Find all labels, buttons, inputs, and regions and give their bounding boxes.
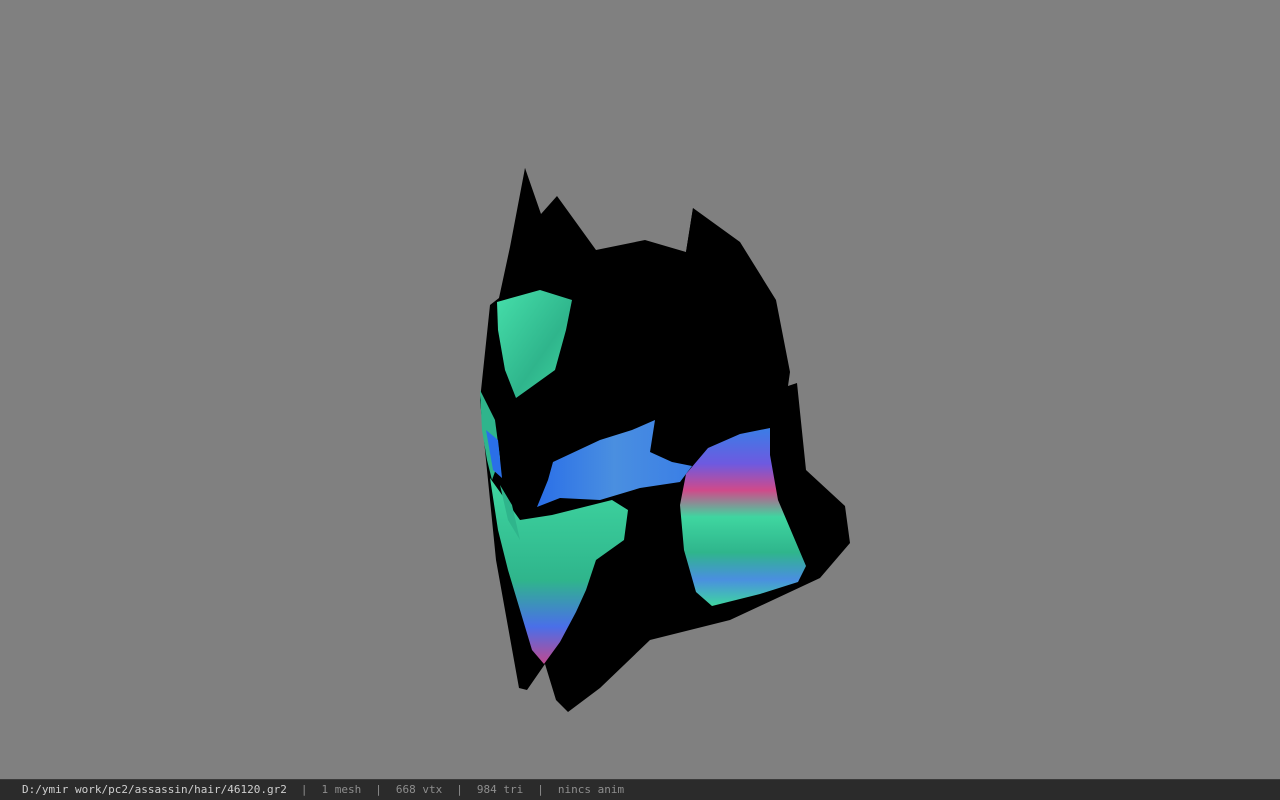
3d-viewport[interactable] bbox=[0, 0, 1280, 779]
separator: | bbox=[456, 783, 463, 796]
model-render bbox=[480, 168, 850, 712]
separator: | bbox=[375, 783, 382, 796]
vertex-count-label: 668 vtx bbox=[395, 783, 443, 796]
mesh-count-label: 1 mesh bbox=[321, 783, 362, 796]
file-path-label: D:/ymir work/pc2/assassin/hair/46120.gr2 bbox=[22, 783, 287, 796]
separator: | bbox=[537, 783, 544, 796]
separator: | bbox=[300, 783, 308, 796]
status-bar: D:/ymir work/pc2/assassin/hair/46120.gr2… bbox=[0, 779, 1280, 800]
animation-status-label: nincs anim bbox=[557, 783, 625, 796]
triangle-count-label: 984 tri bbox=[476, 783, 524, 796]
